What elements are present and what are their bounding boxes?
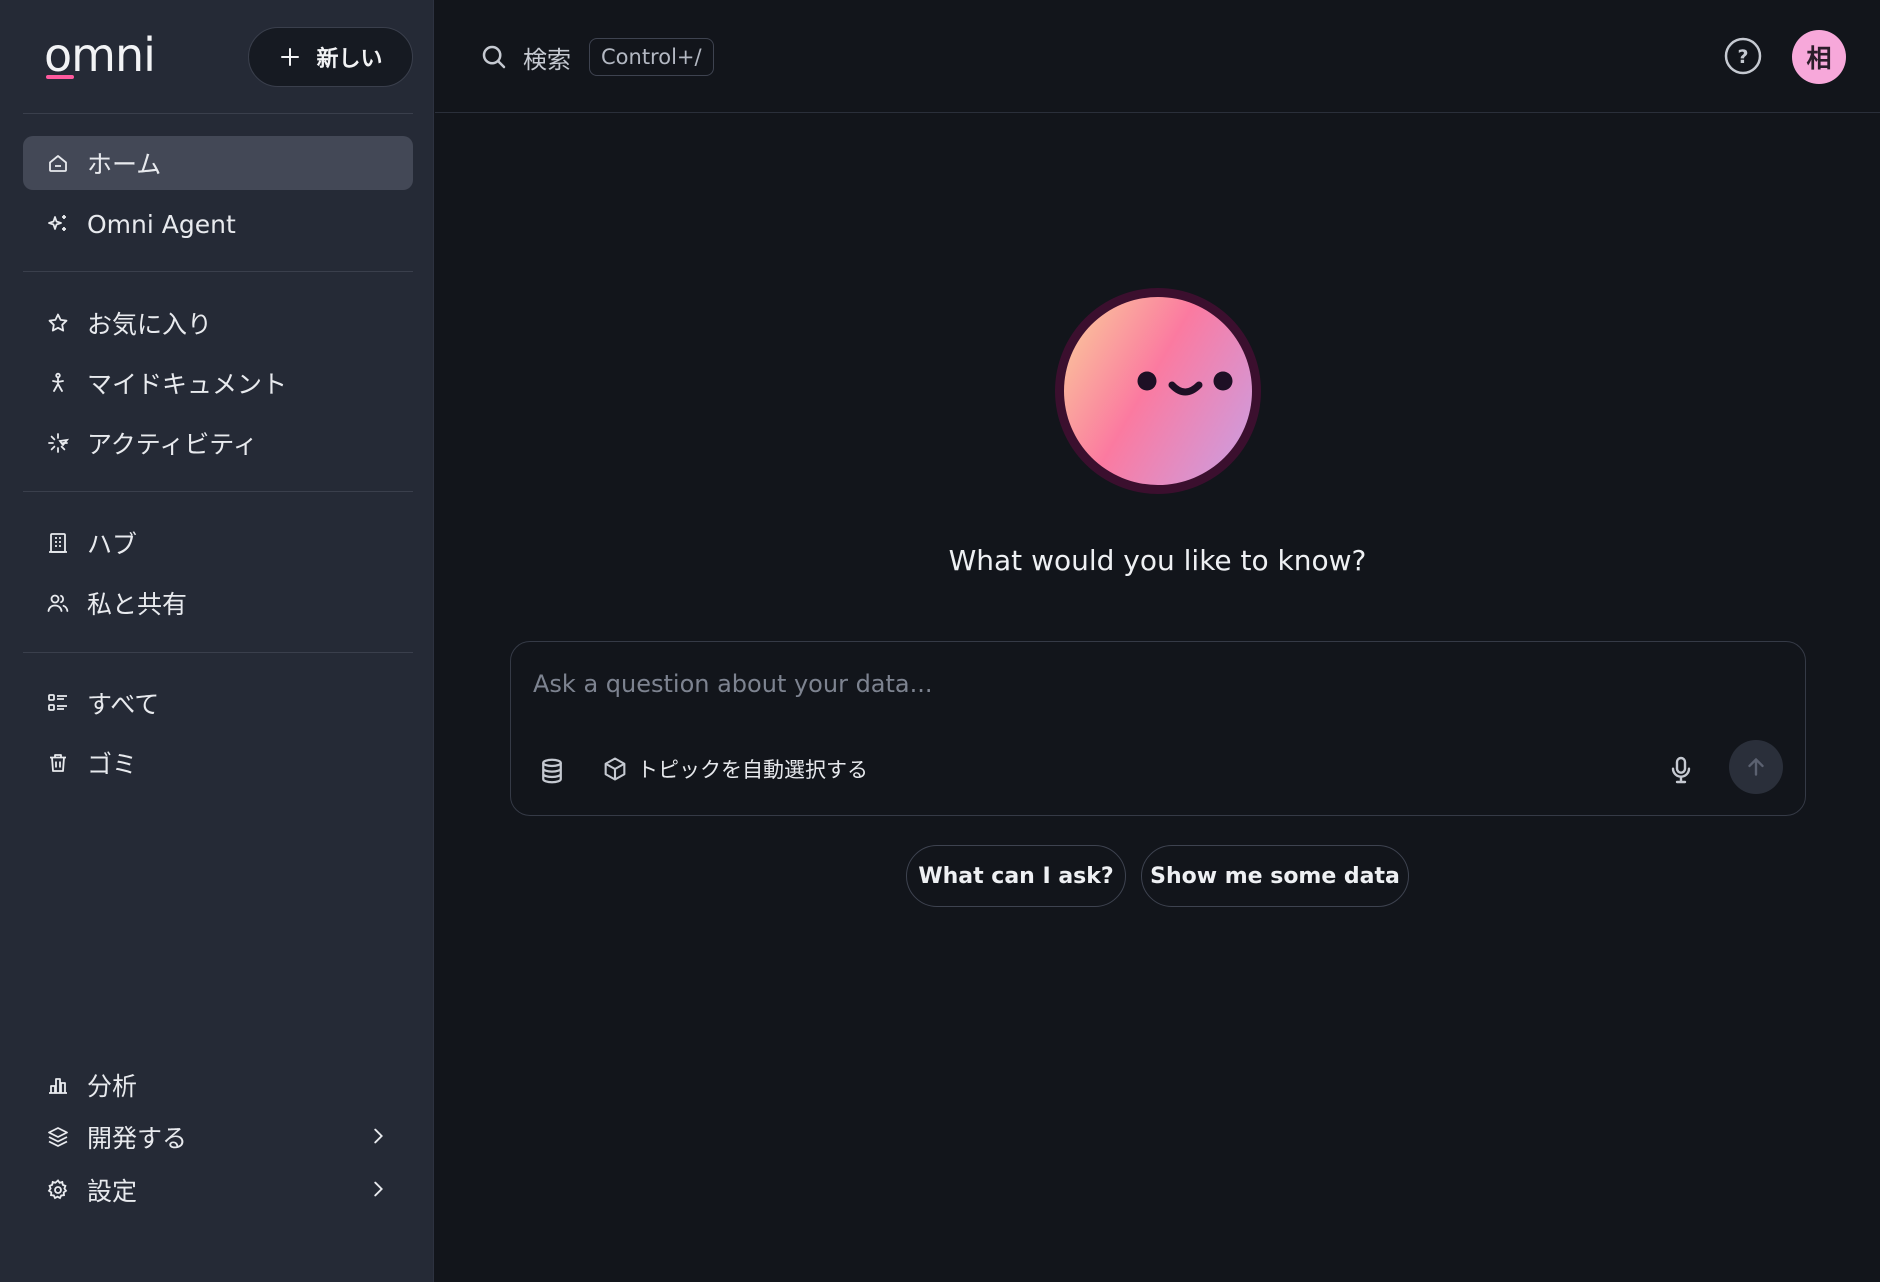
home-icon xyxy=(45,150,71,176)
chevron-right-icon xyxy=(374,1128,383,1144)
microphone-icon[interactable] xyxy=(1665,752,1697,788)
sidebar: omni 新しい ホーム Omni Agent お気に入り マイドキュメント ア… xyxy=(0,0,434,1282)
sidebar-item-hub[interactable]: ハブ xyxy=(23,516,413,570)
plus-icon xyxy=(281,48,300,66)
omni-logo[interactable]: omni xyxy=(44,28,156,82)
sidebar-item-activity[interactable]: アクティビティ xyxy=(23,416,413,470)
logo-accent xyxy=(46,75,74,79)
person-icon xyxy=(45,370,71,396)
sidebar-item-label: すべて xyxy=(87,690,160,719)
search-icon xyxy=(482,45,506,69)
chevron-right-icon xyxy=(374,1181,383,1197)
star-icon xyxy=(45,310,71,336)
sparkles-icon xyxy=(45,211,71,237)
sidebar-item-label: アクティビティ xyxy=(87,430,258,459)
search-label: 検索 xyxy=(523,45,571,74)
sidebar-divider xyxy=(23,113,413,114)
sidebar-item-label: 設定 xyxy=(87,1177,138,1206)
cube-icon xyxy=(604,757,626,781)
sidebar-item-develop[interactable]: 開発する xyxy=(23,1110,413,1164)
trash-icon xyxy=(45,750,71,776)
ask-box: トピックを自動選択する xyxy=(510,641,1806,816)
sidebar-item-label: 開発する xyxy=(87,1124,188,1153)
new-button-label: 新しい xyxy=(316,47,383,72)
ask-input[interactable] xyxy=(533,664,1733,704)
sidebar-item-omni-agent[interactable]: Omni Agent xyxy=(23,197,413,251)
building-icon xyxy=(45,530,71,556)
user-avatar[interactable]: 相 xyxy=(1792,30,1846,84)
sidebar-item-all[interactable]: すべて xyxy=(23,676,413,730)
new-button[interactable]: 新しい xyxy=(248,27,413,87)
omni-mascot xyxy=(1055,288,1261,494)
sidebar-divider xyxy=(23,652,413,653)
sidebar-item-label: マイドキュメント xyxy=(87,370,288,399)
sidebar-item-label: ハブ xyxy=(87,530,138,559)
sidebar-item-label: 私と共有 xyxy=(87,590,188,619)
search-button[interactable]: 検索 Control+/ xyxy=(479,38,714,76)
activity-icon xyxy=(45,430,71,456)
list-icon xyxy=(45,690,71,716)
sidebar-item-label: ホーム xyxy=(87,150,162,179)
arrow-up-icon xyxy=(1748,758,1764,776)
suggestion-show-me-data[interactable]: Show me some data xyxy=(1141,845,1409,907)
send-button[interactable] xyxy=(1729,740,1783,794)
suggestion-what-can-i-ask[interactable]: What can I ask? xyxy=(906,845,1126,907)
sidebar-item-analytics[interactable]: 分析 xyxy=(23,1058,413,1112)
sidebar-item-favorites[interactable]: お気に入り xyxy=(23,296,413,350)
sidebar-item-label: お気に入り xyxy=(87,310,213,339)
sidebar-item-label: Omni Agent xyxy=(87,209,236,239)
top-bar: 検索 Control+/ ? 相 xyxy=(435,0,1880,113)
sidebar-item-label: ゴミ xyxy=(87,750,138,779)
bar-chart-icon xyxy=(45,1072,71,1098)
database-icon[interactable] xyxy=(537,756,567,786)
topic-select-button[interactable]: トピックを自動選択する xyxy=(601,754,868,784)
sidebar-item-trash[interactable]: ゴミ xyxy=(23,736,413,790)
help-icon[interactable]: ? xyxy=(1723,36,1763,76)
gear-icon xyxy=(45,1177,71,1203)
sidebar-item-label: 分析 xyxy=(87,1072,138,1101)
smiley-face-icon xyxy=(1137,371,1233,396)
sidebar-divider xyxy=(23,271,413,272)
sidebar-item-shared-with-me[interactable]: 私と共有 xyxy=(23,576,413,630)
sidebar-item-settings[interactable]: 設定 xyxy=(23,1163,413,1217)
app-window: omni 新しい ホーム Omni Agent お気に入り マイドキュメント ア… xyxy=(0,0,1880,1282)
page-headline: What would you like to know? xyxy=(948,544,1367,577)
search-shortcut-badge: Control+/ xyxy=(589,38,714,76)
sidebar-divider xyxy=(23,491,413,492)
topic-select-label: トピックを自動選択する xyxy=(637,758,868,782)
svg-text:?: ? xyxy=(1737,46,1748,68)
users-icon xyxy=(45,590,71,616)
sidebar-item-home[interactable]: ホーム xyxy=(23,136,413,190)
sidebar-item-my-documents[interactable]: マイドキュメント xyxy=(23,356,413,410)
layers-icon xyxy=(45,1124,71,1150)
